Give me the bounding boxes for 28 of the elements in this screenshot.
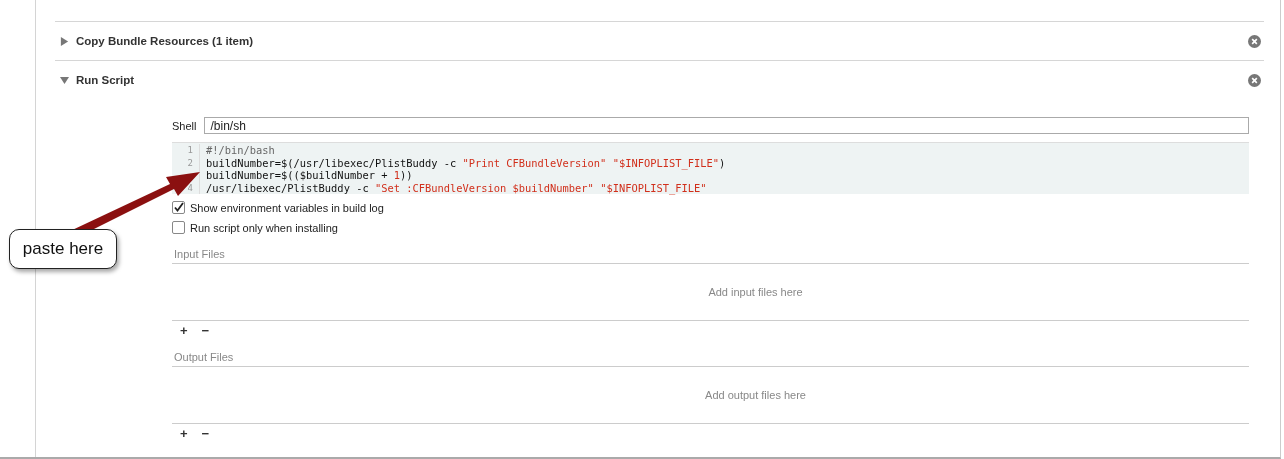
checkbox[interactable] — [172, 201, 185, 214]
placeholder-text: Add input files here — [708, 286, 803, 298]
add-button[interactable]: + — [180, 325, 188, 337]
code-line: /usr/libexec/PlistBuddy -c "Set :CFBundleVersion $buildNumber" "$INFOPLIST_FILE" — [206, 181, 707, 194]
remove-button[interactable]: − — [201, 325, 210, 337]
disclosure-triangle-icon[interactable] — [60, 36, 69, 46]
close-icon[interactable] — [1248, 73, 1261, 87]
code-line: buildNumber=$(/usr/libexec/PlistBuddy -c "Print CFBundleVersion" "$INFOPLIST_FILE") — [206, 156, 726, 169]
disclosure-triangle-icon[interactable] — [60, 75, 69, 85]
phase-title: Copy Bundle Resources (1 item) — [76, 35, 254, 47]
placeholder-text: Add output files here — [705, 389, 806, 401]
shell-field[interactable]: /bin/sh — [204, 117, 1249, 134]
code-line: #!/bin/bash — [206, 144, 275, 157]
section-heading: Input Files — [172, 248, 1249, 264]
checkbox[interactable] — [172, 221, 185, 234]
section-heading: Output Files — [172, 351, 1249, 367]
remove-button[interactable]: − — [201, 428, 210, 440]
line-number: 1 — [172, 144, 200, 157]
line-number: 2 — [172, 156, 200, 169]
script-editor[interactable] — [172, 142, 1249, 194]
shell-label: Shell — [172, 119, 197, 132]
checkbox-label: Show environment variables in build log — [190, 201, 384, 214]
code-line: buildNumber=$(($buildNumber + 1)) — [206, 169, 413, 182]
callout-text: paste here — [9, 229, 117, 269]
add-button[interactable]: + — [180, 428, 188, 440]
close-icon[interactable] — [1248, 34, 1261, 48]
checkbox-label: Run script only when installing — [190, 221, 338, 234]
phase-title: Run Script — [76, 74, 136, 86]
